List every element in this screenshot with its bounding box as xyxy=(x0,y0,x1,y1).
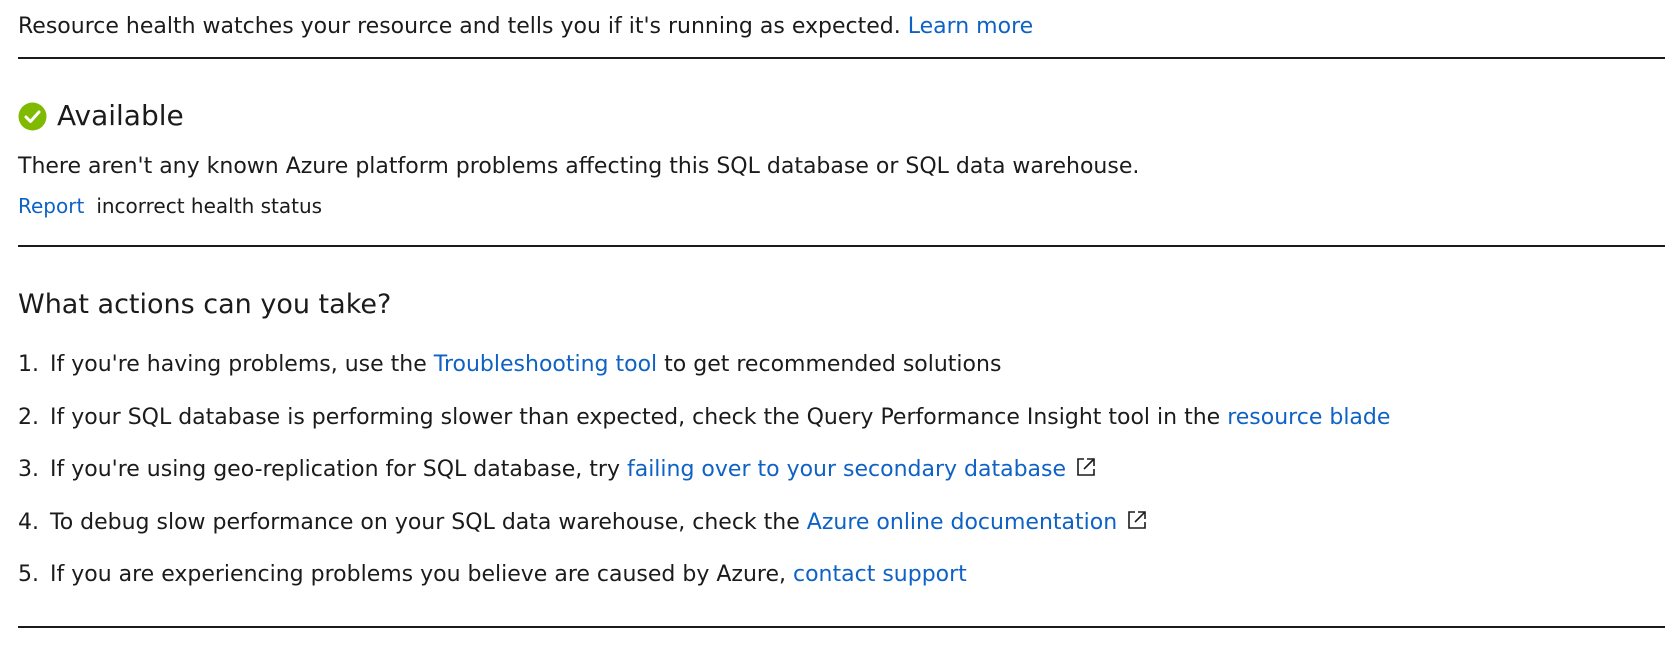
list-text: to get recommended solutions xyxy=(664,352,1002,377)
actions-heading: What actions can you take? xyxy=(18,289,392,320)
list-text: If you are experiencing problems you bel… xyxy=(50,562,786,587)
learn-more-link[interactable]: Learn more xyxy=(908,14,1033,39)
list-number: 2. xyxy=(18,404,39,430)
resource-blade-link[interactable]: resource blade xyxy=(1227,405,1390,430)
intro-text-row: Resource health watches your resource an… xyxy=(18,12,1033,42)
list-text: If you're having problems, use the xyxy=(50,352,427,377)
report-text: incorrect health status xyxy=(96,194,323,218)
report-link[interactable]: Report xyxy=(18,194,84,218)
intro-text: Resource health watches your resource an… xyxy=(18,14,901,39)
check-circle-icon xyxy=(18,102,47,131)
external-link-icon[interactable] xyxy=(1127,509,1147,529)
list-text: If you're using geo-replication for SQL … xyxy=(50,457,620,482)
list-number: 5. xyxy=(18,562,39,587)
azure-documentation-link[interactable]: Azure online documentation xyxy=(807,510,1117,535)
list-number: 4. xyxy=(18,509,39,535)
external-link-icon[interactable] xyxy=(1076,456,1096,476)
troubleshooting-tool-link[interactable]: Troubleshooting tool xyxy=(434,352,657,377)
failover-secondary-link[interactable]: failing over to your secondary database xyxy=(627,457,1066,482)
list-number: 1. xyxy=(18,352,39,377)
status-title: Available xyxy=(57,99,184,132)
divider xyxy=(18,245,1665,247)
report-row: Report incorrect health status xyxy=(18,192,322,220)
divider xyxy=(18,57,1665,59)
list-number: 3. xyxy=(18,457,39,482)
list-text: If your SQL database is performing slowe… xyxy=(50,404,1221,430)
status-description: There aren't any known Azure platform pr… xyxy=(18,154,1140,179)
contact-support-link[interactable]: contact support xyxy=(793,562,967,587)
status-row: Available xyxy=(18,96,184,136)
divider xyxy=(18,626,1665,628)
list-text: To debug slow performance on your SQL da… xyxy=(50,509,800,535)
